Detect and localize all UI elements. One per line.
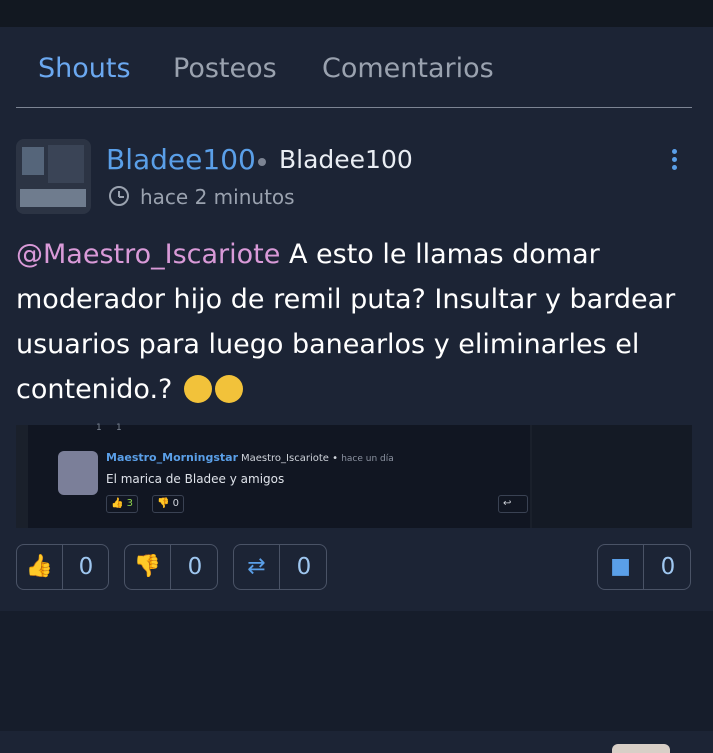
embedded-like: 👍 3 [106, 495, 139, 513]
embedded-top-counts: 1 1 [96, 423, 122, 433]
rofl-emoji-icon [214, 375, 243, 403]
comment-icon: ■ [598, 545, 644, 589]
post-body: @Maestro_Iscariote A esto le llamas doma… [16, 232, 676, 412]
dislike-count: 0 [187, 554, 203, 580]
embedded-screenshot[interactable]: 1 1 Maestro_Morningstar Maestro_Iscariot… [16, 423, 692, 528]
embedded-comment: 1 1 Maestro_Morningstar Maestro_Iscariot… [28, 423, 530, 528]
embedded-reply: ↩ [498, 495, 528, 513]
embedded-avatar [58, 451, 98, 495]
top-bar [0, 0, 713, 27]
thumbs-down-icon: 👎 [125, 545, 171, 589]
post-handle[interactable]: Bladee100 [279, 145, 413, 174]
repost-count: 0 [296, 554, 312, 580]
next-card-top [0, 731, 713, 753]
shout-card: Shouts Posteos Comentarios Bladee100 Bla… [0, 27, 713, 611]
tab-comentarios[interactable]: Comentarios [322, 53, 494, 84]
repost-button[interactable]: ⇄ 0 [233, 544, 327, 590]
embedded-dislike: 👎 0 [152, 495, 185, 513]
dislike-button[interactable]: 👎 0 [124, 544, 218, 590]
tab-posteos[interactable]: Posteos [173, 53, 277, 84]
embedded-side-panel [532, 425, 692, 528]
more-options-icon[interactable] [666, 149, 682, 173]
embedded-username: Maestro_Morningstar [106, 451, 239, 464]
repost-icon: ⇄ [234, 545, 280, 589]
avatar[interactable] [16, 139, 91, 214]
post-time: hace 2 minutos [140, 185, 295, 209]
mention-link[interactable]: @Maestro_Iscariote [16, 239, 280, 270]
like-button[interactable]: 👍 0 [16, 544, 109, 590]
tab-shouts[interactable]: Shouts [38, 53, 131, 84]
clock-icon [109, 186, 129, 206]
comment-count: 0 [660, 554, 676, 580]
embedded-meta: Maestro_Iscariote • hace un día [241, 453, 394, 464]
post-username[interactable]: Bladee100 [106, 143, 256, 176]
next-avatar [612, 744, 670, 753]
separator-dot [258, 158, 266, 166]
smirk-emoji-icon [183, 375, 212, 403]
profile-tabs: Shouts Posteos Comentarios [16, 27, 692, 108]
thumbs-up-icon: 👍 [17, 545, 63, 589]
comment-button[interactable]: ■ 0 [597, 544, 691, 590]
embedded-text: El marica de Bladee y amigos [106, 472, 285, 486]
like-count: 0 [78, 554, 94, 580]
